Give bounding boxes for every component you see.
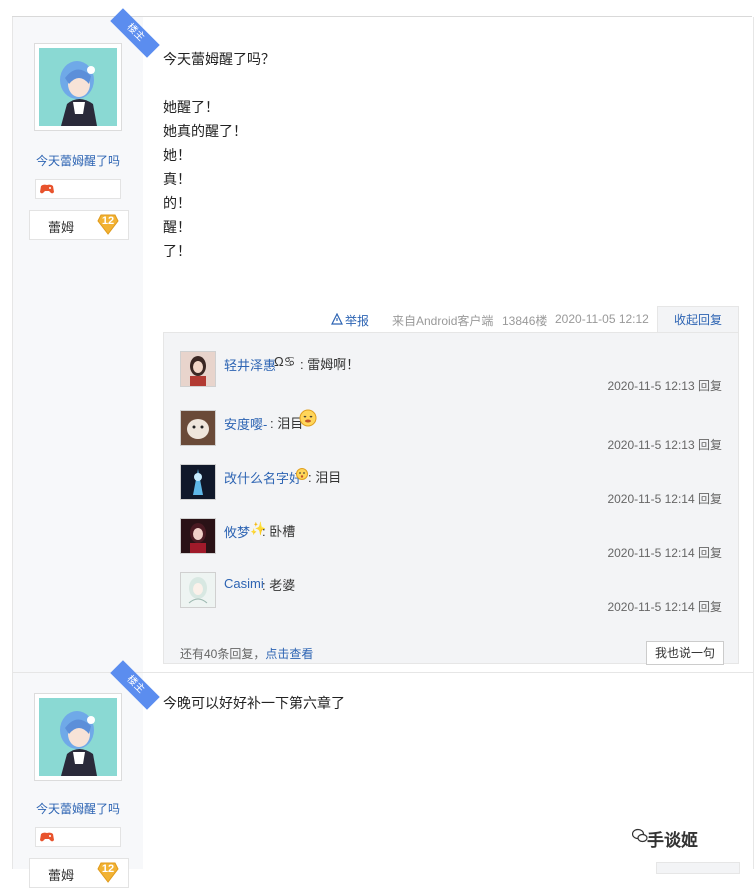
reply-suffix: Ω♋ (274, 354, 296, 369)
reply-text: : 卧槽 (262, 524, 296, 539)
post-floor: 今天蕾姆醒了吗 蕾姆 12 楼主 今天蕾姆醒了吗？ 她醒了！ 她真的醒了！ 她！… (12, 8, 754, 673)
list-item: 安度嘤- : 泪目 2020-11-5 12:13 回复 (164, 408, 738, 462)
say-something-button[interactable]: 我也说一句 (646, 641, 724, 665)
author-avatar[interactable] (34, 693, 122, 781)
author-name-link[interactable]: 今天蕾姆醒了吗 (13, 152, 143, 169)
reply-button[interactable]: 回复 (698, 379, 722, 393)
list-item: 轻井泽惠 Ω♋ : 雷姆啊！ 2020-11-5 12:13 回复 (164, 349, 738, 403)
collapse-replies-button[interactable] (656, 862, 740, 874)
reply-meta: 2020-11-5 12:14 回复 (607, 490, 722, 507)
reply-text: : 雷姆啊！ (300, 357, 360, 372)
post-content: 今晚可以好好补一下第六章了 (163, 695, 345, 711)
fan-badge[interactable]: 蕾姆 12 (29, 210, 129, 240)
avatar-image (39, 698, 117, 776)
reply-text: : 泪目 (308, 470, 342, 485)
list-item: 攸梦 ✨ : 卧槽 2020-11-5 12:14 回复 (164, 516, 738, 570)
watermark: 手谈姬 (647, 831, 698, 850)
level-badge: 12 (97, 861, 119, 883)
dizzy-emoji-icon (296, 468, 308, 480)
reply-author[interactable]: 轻井泽惠 (224, 355, 276, 374)
reply-author[interactable]: 安度嘤- (224, 414, 267, 433)
reply-button[interactable]: 回复 (698, 600, 722, 614)
reply-text: : 老婆 (262, 578, 296, 593)
content-line: 了！ (163, 243, 191, 259)
reply-meta: 2020-11-5 12:14 回复 (607, 598, 722, 615)
collapse-replies-button[interactable]: 收起回复 (657, 306, 739, 333)
reply-avatar[interactable] (180, 351, 216, 387)
reply-time: 2020-11-5 12:14 (607, 600, 695, 614)
post-tail: 举报 来自Android客户端 13846楼 2020-11-05 12:12 … (163, 306, 739, 333)
reply-author[interactable]: 改什么名字好 (224, 468, 302, 487)
reply-time: 2020-11-5 12:13 (607, 379, 695, 393)
content-line: 她醒了！ (163, 99, 219, 115)
warning-icon (331, 313, 343, 325)
content-line (163, 71, 723, 95)
reply-time: 2020-11-5 12:14 (607, 546, 695, 560)
wechat-icon (632, 828, 648, 843)
reply-time: 2020-11-5 12:13 (607, 438, 695, 452)
view-more-link[interactable]: 点击查看 (265, 647, 313, 661)
game-badge-row (35, 827, 121, 847)
content-line: 她！ (163, 147, 191, 163)
reply-meta: 2020-11-5 12:14 回复 (607, 544, 722, 561)
reply-button[interactable]: 回复 (698, 492, 722, 506)
post-content: 今天蕾姆醒了吗？ 她醒了！ 她真的醒了！ 她！ 真！ 的！ 醒！ 了！ (163, 47, 723, 263)
reply-time: 2020-11-5 12:14 (607, 492, 695, 506)
content-line: 真！ (163, 171, 191, 187)
reply-author[interactable]: 攸梦 (224, 522, 250, 541)
more-replies-text: 还有40条回复， (180, 647, 266, 661)
game-badge-row (35, 179, 121, 199)
reply-button[interactable]: 回复 (698, 546, 722, 560)
avatar-image (39, 48, 117, 126)
content-line: 的！ (163, 195, 191, 211)
reply-meta: 2020-11-5 12:13 回复 (607, 377, 722, 394)
reply-button[interactable]: 回复 (698, 438, 722, 452)
reply-avatar[interactable] (180, 464, 216, 500)
content-line: 她真的醒了！ (163, 123, 247, 139)
floor-number: 13846楼 (502, 314, 548, 328)
author-name-link[interactable]: 今天蕾姆醒了吗 (13, 800, 143, 817)
badge-label: 蕾姆 (48, 868, 75, 883)
client-source: 来自Android客户端 (392, 314, 494, 328)
reply-avatar[interactable] (180, 410, 216, 446)
reply-avatar[interactable] (180, 518, 216, 554)
author-avatar[interactable] (34, 43, 122, 131)
author-sidebar: 今天蕾姆醒了吗 蕾姆 12 (13, 673, 143, 888)
content-line: 醒！ (163, 219, 191, 235)
gamepad-icon (40, 832, 54, 842)
more-replies: 还有40条回复，点击查看 (180, 645, 313, 662)
badge-label: 蕾姆 (48, 220, 75, 235)
reply-avatar[interactable] (180, 572, 216, 608)
list-item: 改什么名字好 : 泪目 2020-11-5 12:14 回复 (164, 462, 738, 516)
author-sidebar: 今天蕾姆醒了吗 蕾姆 12 (13, 17, 143, 672)
reply-list: 轻井泽惠 Ω♋ : 雷姆啊！ 2020-11-5 12:13 回复 安度嘤- :… (163, 332, 739, 665)
gamepad-icon (40, 184, 54, 194)
fan-badge[interactable]: 蕾姆 12 (29, 858, 129, 888)
list-item: Casimi : 老婆 2020-11-5 12:14 回复 (164, 570, 738, 624)
post-date: 2020-11-05 12:12 (555, 312, 649, 326)
report-link[interactable]: 举报 (345, 312, 369, 329)
level-number: 12 (101, 863, 115, 875)
level-badge: 12 (97, 213, 119, 235)
reply-author[interactable]: Casimi (224, 576, 264, 591)
level-number: 12 (101, 215, 115, 227)
crying-emoji-icon (299, 409, 317, 427)
reply-meta: 2020-11-5 12:13 回复 (607, 436, 722, 453)
content-line: 今天蕾姆醒了吗？ (163, 51, 275, 67)
